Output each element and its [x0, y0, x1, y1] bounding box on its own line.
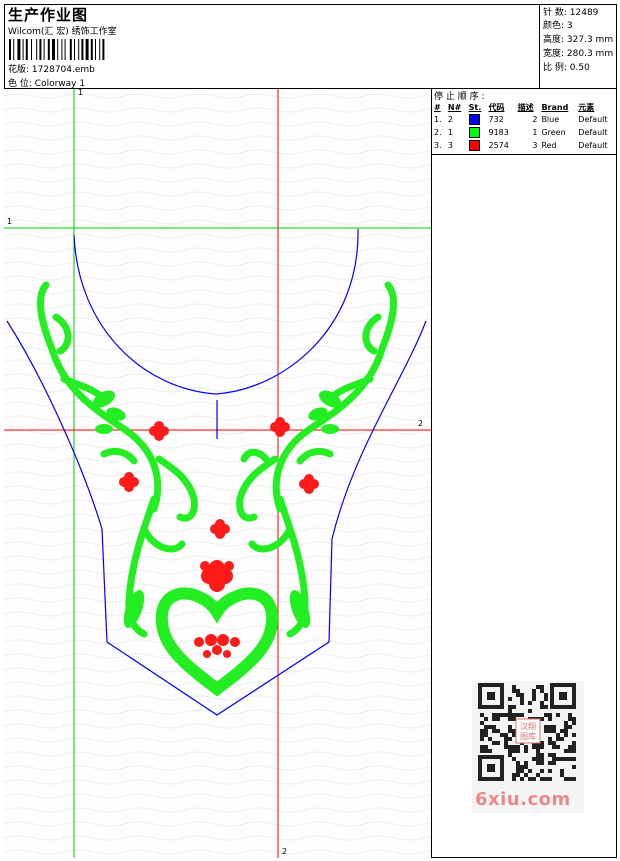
row-swatch [467, 139, 487, 152]
stat-width: 宽度: 280.3 mm [543, 49, 614, 59]
row-needle: 1 [447, 128, 453, 137]
stop-sequence-table: # N# St. 代码 描述 Brand 元素 1. 2 732 2 Blue Defau… [432, 101, 616, 152]
page-title: 生产作业图 [8, 6, 89, 24]
design-canvas[interactable]: 1 1 2 2 [4, 89, 432, 858]
embroidery-preview [4, 89, 431, 858]
colorway-label: 色 位: [8, 79, 32, 89]
design-file: 花版: 1728704.emb [8, 62, 95, 75]
design-label: 花版: [8, 65, 30, 75]
stats-panel: 针 数: 12489 颜色: 3 高度: 327.3 mm 宽度: 280.3 … [539, 4, 618, 88]
table-row: 1. 2 732 2 Blue Default [432, 113, 616, 126]
row-needle: 3 [447, 141, 453, 150]
row-code: 2 [532, 115, 538, 124]
row-desc: Red [541, 141, 557, 150]
table-row: 3. 3 2574 3 Red Default [432, 139, 616, 152]
color-swatch [468, 140, 480, 151]
colorway: 色 位: Colorway 1 [8, 76, 85, 89]
guide-label-v2: 2 [282, 847, 288, 856]
col-stitches: St. [468, 102, 482, 112]
guide-label-v1: 1 [78, 89, 84, 97]
row-order: 2. [434, 128, 442, 137]
row-stitches: 732 [488, 115, 504, 124]
color-swatch [468, 114, 480, 125]
row-brand: Default [578, 128, 608, 137]
panel-divider [432, 154, 617, 155]
design-value: 1728704.emb [31, 65, 95, 75]
row-brand: Default [578, 115, 608, 124]
col-brand: Brand [541, 102, 569, 112]
row-order: 3. [434, 141, 442, 150]
row-stitches: 2574 [488, 141, 509, 150]
stat-colors: 颜色: 3 [543, 21, 573, 31]
stop-sequence-panel: 停 止 顺 序 : # N# St. 代码 描述 Brand 元素 1. 2 732… [432, 89, 617, 858]
col-order: # [434, 102, 441, 112]
row-desc: Blue [541, 115, 560, 124]
row-code: 1 [532, 128, 538, 137]
barcode [9, 39, 105, 60]
guide-label-h2: 2 [418, 419, 424, 428]
stat-height: 高度: 327.3 mm [543, 35, 614, 45]
row-swatch [467, 126, 487, 139]
header-info: 生产作业图 Wilcom(汇 宏) 绣饰工作室 花版: 1728704.emb … [6, 4, 536, 89]
color-swatch [468, 127, 480, 138]
row-stitches: 9183 [488, 128, 509, 137]
header: 生产作业图 Wilcom(汇 宏) 绣饰工作室 花版: 1728704.emb … [4, 4, 617, 89]
row-brand: Default [578, 141, 608, 150]
company-name: Wilcom(汇 宏) 绣饰工作室 [8, 27, 117, 37]
row-needle: 2 [447, 115, 453, 124]
fabric-texture [4, 89, 431, 858]
qr-graphic: 汉翔 图库 [478, 683, 576, 781]
colorway-value: Colorway 1 [34, 79, 86, 89]
table-header-row: # N# St. 代码 描述 Brand 元素 [432, 101, 616, 113]
stat-scale: 比 例: 0.50 [543, 63, 590, 73]
col-desc: 描述 [517, 102, 534, 112]
guide-label-h1: 1 [7, 217, 13, 226]
row-code: 3 [532, 141, 538, 150]
table-row: 2. 1 9183 1 Green Default [432, 126, 616, 139]
watermark-text: 6xiu.com [475, 789, 571, 810]
row-order: 1. [434, 115, 442, 124]
row-swatch [467, 113, 487, 126]
row-desc: Green [541, 128, 566, 137]
qr-stamp-top: 汉翔 [520, 721, 536, 731]
col-element: 元素 [578, 102, 595, 112]
col-needle: N# [447, 102, 462, 112]
col-code: 代码 [488, 102, 505, 112]
stat-stitches: 针 数: 12489 [543, 8, 599, 18]
qr-stamp-bottom: 图库 [520, 731, 536, 741]
